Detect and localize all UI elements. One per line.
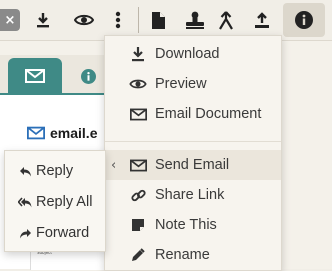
info-button[interactable] [283,3,325,37]
tab-email[interactable] [8,58,62,94]
menu-item-send-email[interactable]: ‹ Send Email [105,150,281,180]
stamp-icon [186,11,204,29]
upload-button[interactable] [250,4,274,36]
reply-icon [18,164,32,178]
upload-icon [255,11,269,28]
submenu-item-label: Forward [36,225,90,241]
download-icon [37,13,49,28]
menu-item-label: Rename [155,247,210,263]
more-options-menu: Download Preview Email Document ‹ Send E… [104,35,282,271]
forward-icon [18,226,32,240]
send-email-submenu: Reply Reply All Forward [4,150,106,252]
menu-item-label: Download [155,46,220,62]
menu-item-rename[interactable]: Rename [105,240,281,270]
menu-item-label: Preview [155,76,207,92]
chevron-left-icon: ‹ [111,157,117,173]
eye-icon [74,14,94,26]
pencil-icon [129,246,147,264]
split-arrow-icon [219,11,233,30]
download-button[interactable] [32,4,54,36]
menu-item-share-link[interactable]: Share Link [105,180,281,210]
menu-item-email-document[interactable]: Email Document [105,99,281,129]
email-title: email.e [27,123,107,143]
document-icon [151,11,165,29]
document-button[interactable] [148,4,168,36]
email-title-text: email.e [50,125,98,141]
tab-info[interactable] [72,62,104,90]
envelope-icon [129,156,147,174]
menu-item-label: Send Email [155,157,230,173]
preview-button[interactable] [72,4,96,36]
more-options-button[interactable] [111,4,125,36]
menu-item-preview[interactable]: Preview [105,69,281,99]
submenu-item-reply-all[interactable]: Reply All [5,187,105,217]
menu-divider [105,141,281,142]
toolbar-divider [138,7,139,33]
submenu-item-label: Reply All [36,194,93,210]
note-icon [129,216,147,234]
info-icon [295,11,313,29]
submenu-item-forward[interactable]: Forward [5,218,105,248]
more-vertical-icon [115,11,121,29]
split-button[interactable] [215,4,237,36]
menu-item-download[interactable]: Download [105,39,281,69]
download-icon [129,45,147,63]
menu-item-label: Note This [155,217,217,233]
submenu-item-reply[interactable]: Reply [5,156,105,186]
envelope-icon [25,69,45,83]
menu-item-label: Share Link [155,187,225,203]
link-icon [129,186,147,204]
menu-item-label: Email Document [155,106,262,122]
envelope-icon [129,105,147,123]
submenu-item-label: Reply [36,163,74,179]
info-icon [80,68,96,84]
menu-item-note-this[interactable]: Note This [105,210,281,240]
close-button[interactable]: × [0,9,20,31]
stamp-button[interactable] [182,4,208,36]
envelope-icon [27,126,45,140]
eye-icon [129,75,147,93]
reply-all-icon [18,195,32,209]
